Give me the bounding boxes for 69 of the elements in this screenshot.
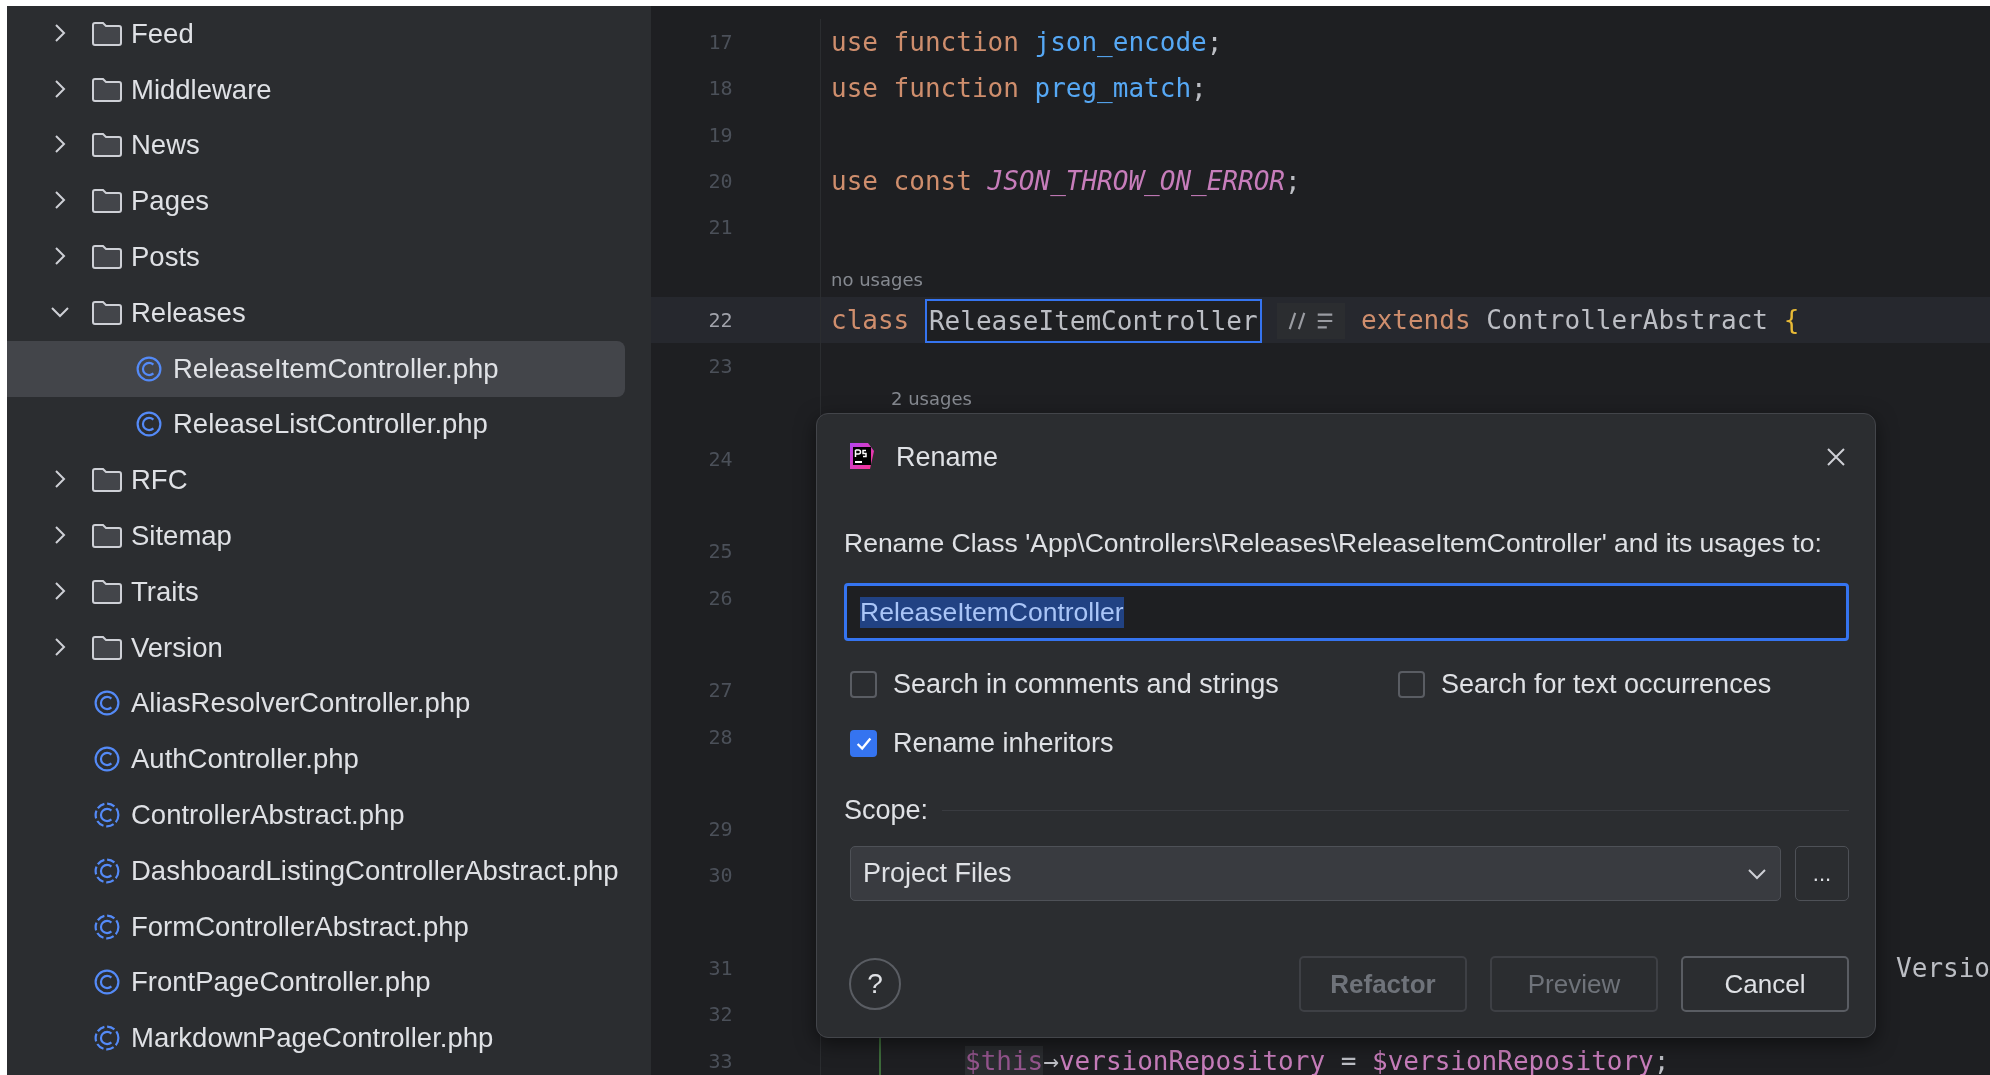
tree-item[interactable]: RFC — [7, 452, 625, 509]
checkbox[interactable] — [850, 671, 877, 698]
scope-dropdown[interactable]: Project Files — [850, 846, 1781, 901]
inlay-hints[interactable] — [1277, 303, 1346, 340]
tree-item[interactable]: Traits — [7, 563, 625, 620]
dialog-title: Rename — [896, 441, 1000, 473]
folder-icon — [91, 577, 123, 606]
folder-icon — [91, 466, 123, 495]
code-token: $this — [965, 1045, 1044, 1075]
code-token: ; — [1191, 73, 1207, 104]
help-button[interactable]: ? — [849, 958, 901, 1010]
folder-icon — [91, 131, 123, 160]
line-number: 22 — [708, 307, 733, 332]
tree-item[interactable]: AuthController.php — [7, 731, 625, 788]
folder-icon — [91, 243, 123, 272]
tree-item[interactable]: FormControllerAbstract.php — [7, 898, 625, 955]
code-token: json_encode — [1034, 27, 1207, 57]
tree-item[interactable]: Middleware — [7, 61, 625, 118]
tree-item[interactable]: Version — [7, 619, 625, 676]
code-token: { — [1783, 304, 1800, 335]
scope-label: Scope: — [844, 795, 929, 826]
code-token: use const — [831, 165, 972, 196]
tree-item[interactable]: MarkdownPageController.php — [7, 1010, 625, 1067]
folder-icon — [91, 19, 123, 48]
usages-hint[interactable]: 2 usages — [891, 389, 972, 410]
folder-icon — [91, 298, 123, 327]
tree-item[interactable]: ReleaseListController.php — [7, 396, 625, 453]
tree-item[interactable]: Sitemap — [7, 508, 625, 564]
tree-item[interactable]: ReleaseItemController.php — [7, 340, 625, 397]
folder-icon — [91, 187, 123, 216]
code-token: preg_match — [1034, 73, 1192, 104]
checkbox[interactable] — [1398, 671, 1425, 698]
code-token: versionRepository — [1058, 1045, 1326, 1075]
code-token: ; — [1206, 27, 1223, 57]
folder-icon — [91, 75, 123, 104]
code-token: use function — [831, 27, 1019, 57]
code-token: class — [831, 304, 910, 335]
tree-item[interactable]: ControllerAbstract.php — [7, 787, 625, 843]
tree-item[interactable]: FrontPageController.php — [7, 954, 625, 1011]
code-token: JSON_THROW_ON_ERROR — [987, 165, 1285, 196]
checkbox-option[interactable]: Search in comments and strings — [844, 669, 1392, 700]
browse-button[interactable]: ... — [1795, 846, 1849, 901]
tree-item[interactable]: AliasResolverController.php — [7, 675, 625, 732]
close-icon — [1825, 446, 1847, 468]
dialog-button[interactable]: Cancel — [1681, 956, 1849, 1012]
usages-hint[interactable]: no usages — [831, 270, 923, 291]
code-token: extends — [1361, 304, 1471, 335]
code-token: → — [1043, 1045, 1059, 1075]
tree-item[interactable]: Feed — [7, 6, 625, 62]
checkbox-option[interactable]: Rename inheritors — [844, 728, 1392, 759]
folder-icon — [91, 522, 123, 551]
code-token: Versio — [1896, 951, 1990, 985]
tree-item[interactable]: News — [7, 117, 625, 174]
code-token: = — [1340, 1045, 1357, 1075]
tree-item[interactable]: Releases — [7, 285, 625, 341]
folder-icon — [91, 633, 123, 662]
code-token: $versionRepository — [1372, 1045, 1654, 1075]
code-token: ; — [1284, 165, 1301, 196]
input-field[interactable]: ReleaseItemController — [844, 583, 1849, 641]
checkbox[interactable] — [850, 730, 877, 757]
code-token: use function — [831, 73, 1019, 104]
renamed-identifier: ReleaseItemController — [924, 299, 1262, 344]
checkbox-option[interactable]: Search for text occurrences — [1392, 669, 1849, 700]
code-token: ; — [1653, 1045, 1670, 1075]
tree-item[interactable]: Pages — [7, 173, 625, 230]
tree-item[interactable]: DashboardListingControllerAbstract.php — [7, 842, 625, 899]
code-token: ControllerAbstract — [1486, 304, 1768, 335]
dialog-message: Rename Class 'App\Controllers\Releases\ReleaseItemController' and its usages to: — [844, 528, 1823, 559]
tree-item[interactable]: Posts — [7, 229, 625, 285]
